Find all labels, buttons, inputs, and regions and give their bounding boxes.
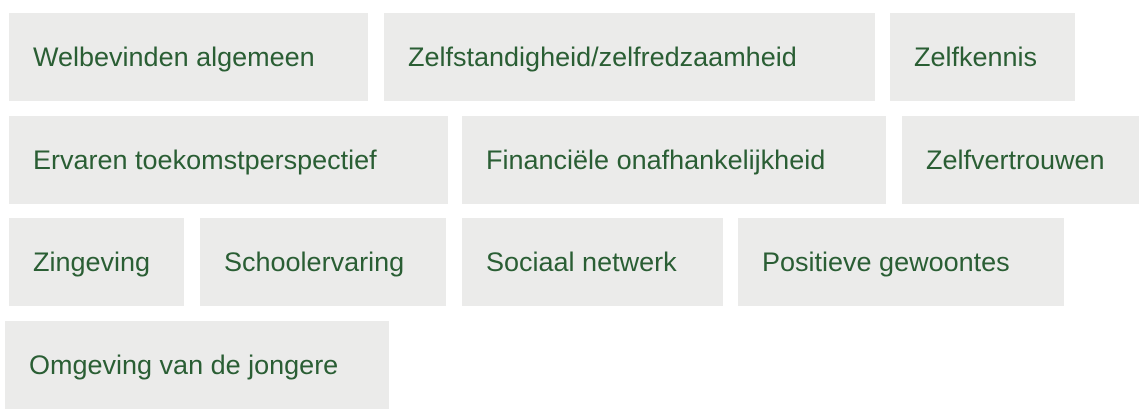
tag-label: Financiële onafhankelijkheid — [486, 145, 826, 175]
tag-label: Omgeving van de jongere — [29, 350, 339, 380]
tag-welbevinden-algemeen[interactable]: Welbevinden algemeen — [9, 13, 368, 101]
tag-label: Welbevinden algemeen — [33, 42, 315, 72]
tag-label: Sociaal netwerk — [486, 247, 677, 277]
tag-label: Zelfvertrouwen — [926, 145, 1105, 175]
tag-zingeving[interactable]: Zingeving — [9, 218, 184, 306]
tag-positieve-gewoontes[interactable]: Positieve gewoontes — [738, 218, 1064, 306]
tag-zelfkennis[interactable]: Zelfkennis — [890, 13, 1075, 101]
tag-label: Zingeving — [33, 247, 151, 277]
tag-label: Positieve gewoontes — [762, 247, 1010, 277]
tag-label: Zelfkennis — [914, 42, 1038, 72]
tag-label: Zelfstandigheid/zelfredzaamheid — [408, 42, 797, 72]
tag-omgeving-van-de-jongere[interactable]: Omgeving van de jongere — [5, 321, 389, 409]
tag-zelfstandigheid-zelfredzaamheid[interactable]: Zelfstandigheid/zelfredzaamheid — [384, 13, 875, 101]
tag-zelfvertrouwen[interactable]: Zelfvertrouwen — [902, 116, 1139, 204]
tag-sociaal-netwerk[interactable]: Sociaal netwerk — [462, 218, 723, 306]
topic-tag-list: Welbevinden algemeen Zelfstandigheid/zel… — [0, 0, 1139, 409]
tag-label: Schoolervaring — [224, 247, 405, 277]
tag-schoolervaring[interactable]: Schoolervaring — [200, 218, 446, 306]
tag-financiele-onafhankelijkheid[interactable]: Financiële onafhankelijkheid — [462, 116, 886, 204]
tag-ervaren-toekomstperspectief[interactable]: Ervaren toekomstperspectief — [9, 116, 448, 204]
tag-label: Ervaren toekomstperspectief — [33, 145, 377, 175]
